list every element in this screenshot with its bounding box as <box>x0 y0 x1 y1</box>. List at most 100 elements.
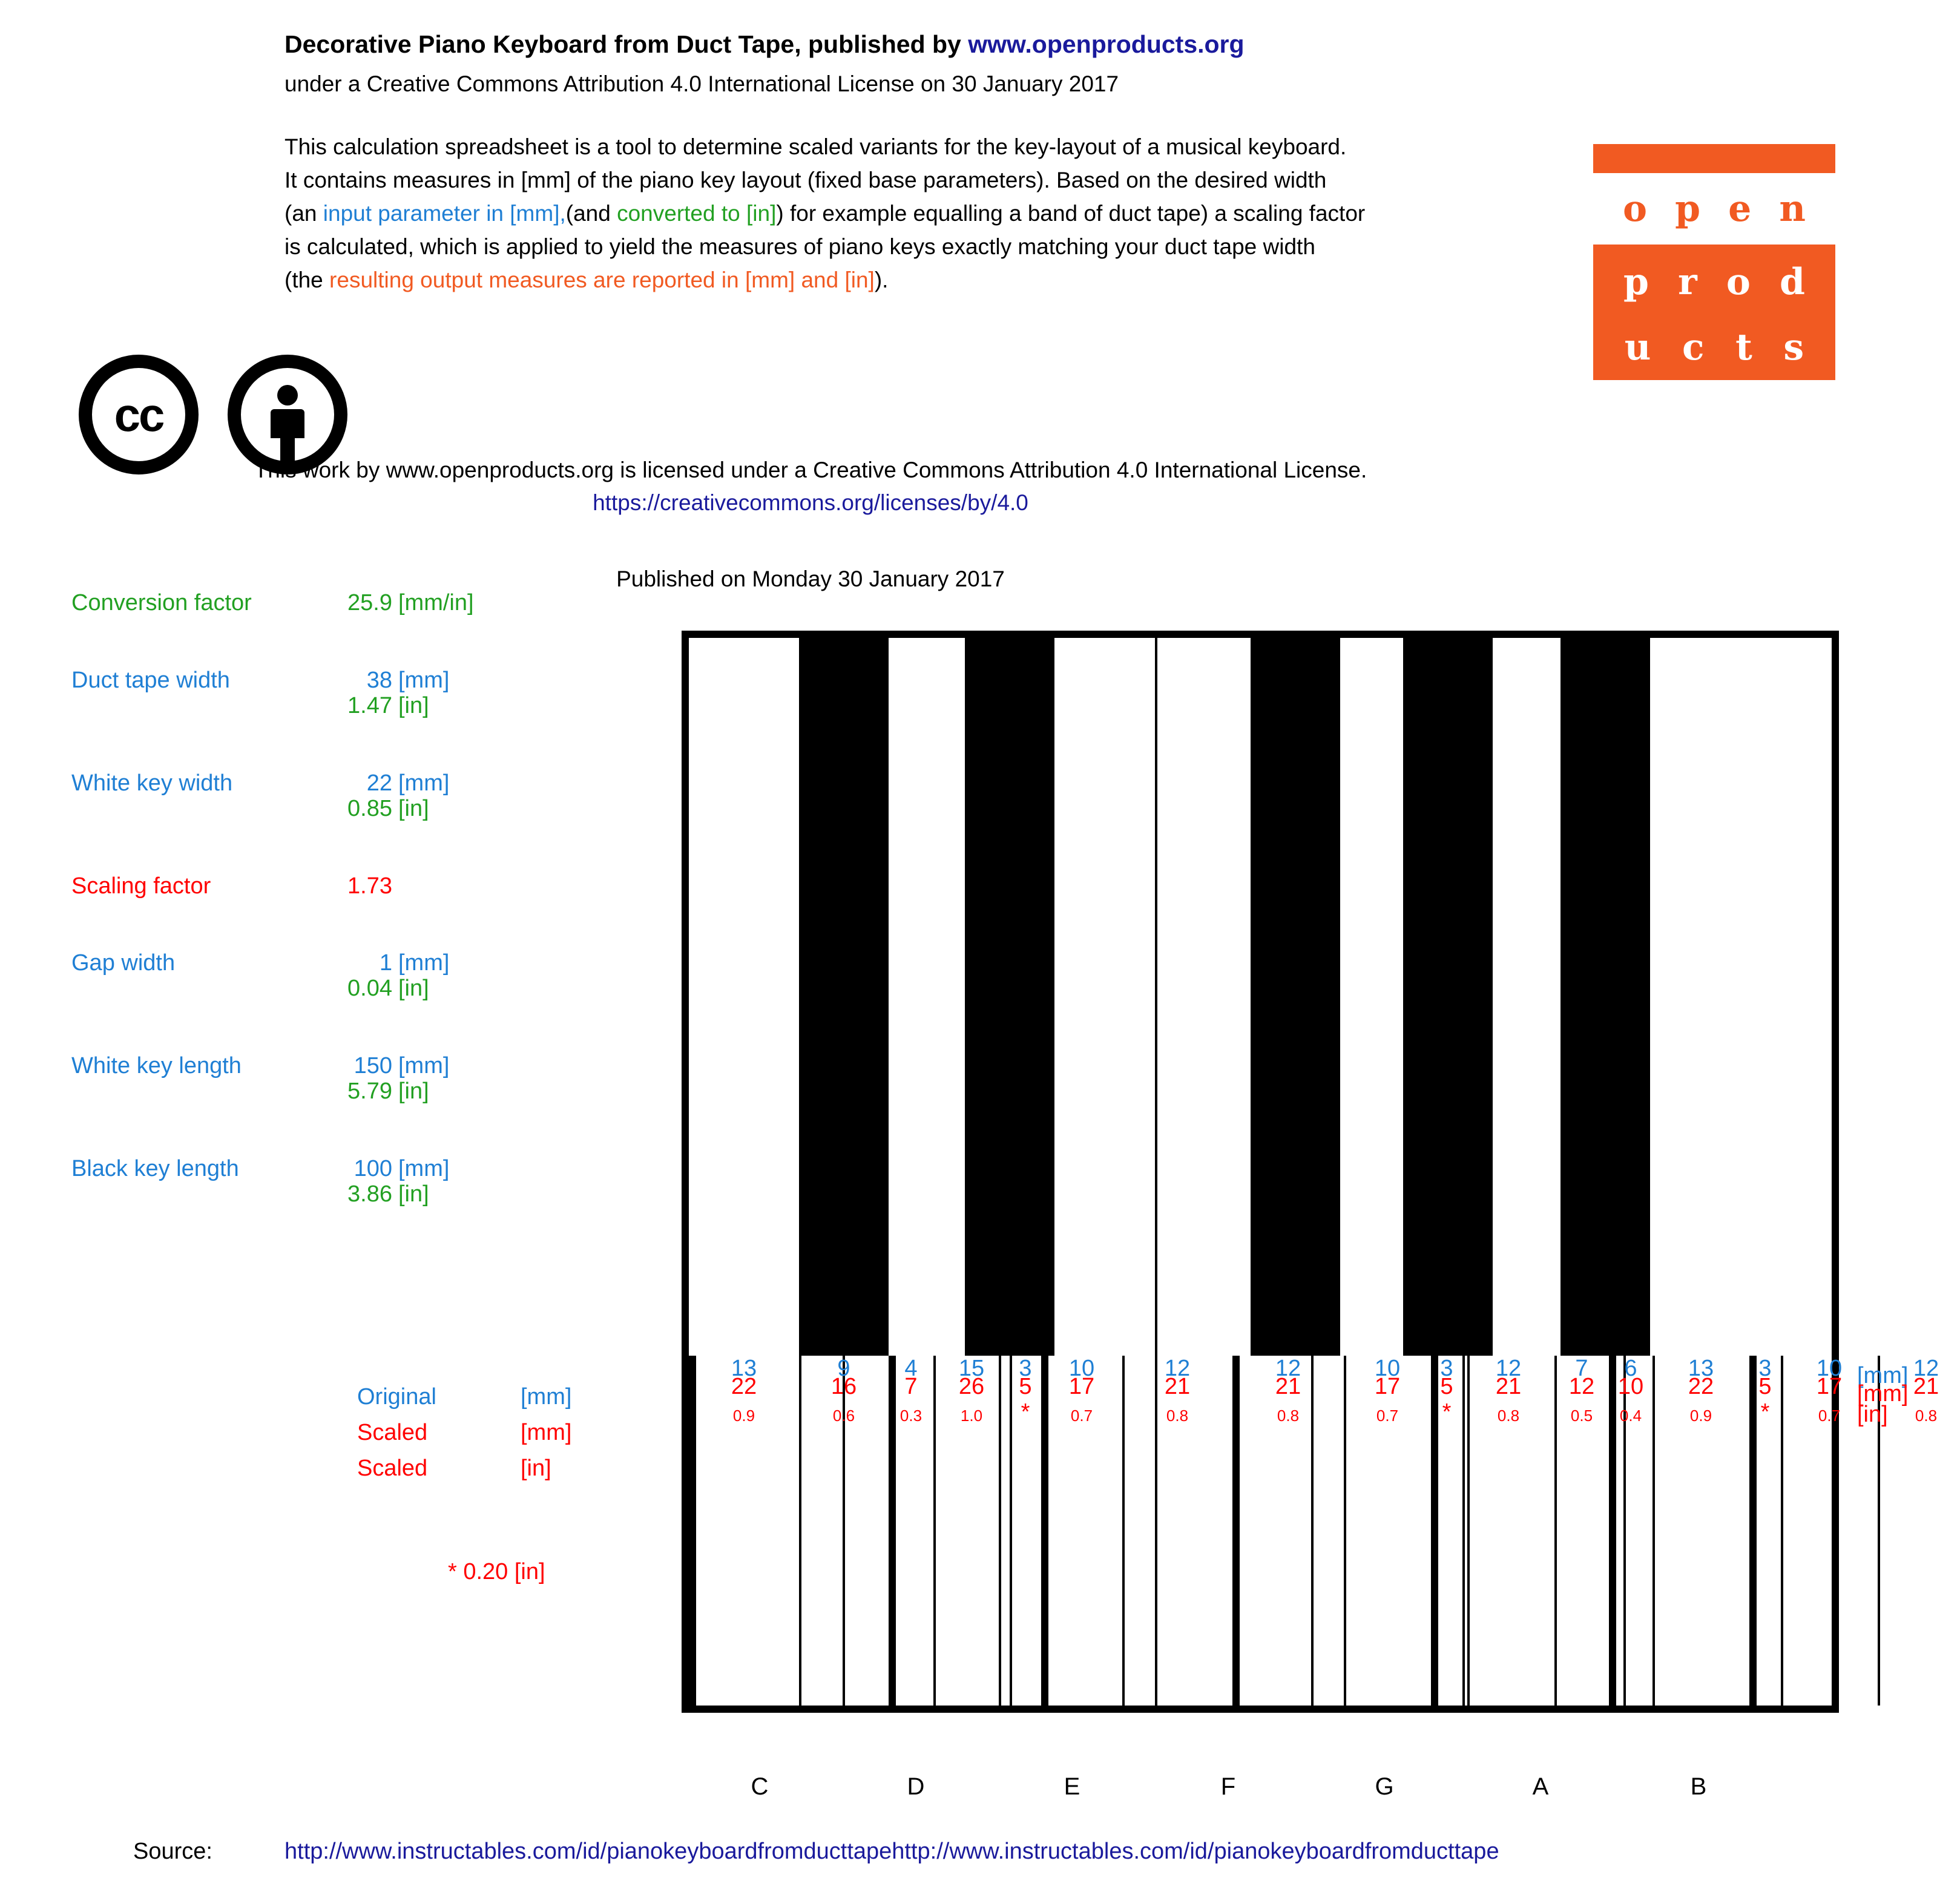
scaled-mm-value: 16 <box>830 1374 857 1399</box>
scaled-mm-value: 12 <box>1568 1374 1595 1399</box>
cc-logo-icon: cc <box>79 355 199 474</box>
parameter-value: 25.9 <box>347 590 392 616</box>
black-key[interactable] <box>1251 638 1340 1356</box>
measure-label-row: Scaled [in] <box>357 1456 648 1491</box>
person-body-icon <box>271 409 304 438</box>
measure-column: 7 12 0.5 <box>1554 1356 1609 1706</box>
logo-row-prod: p r o d <box>1593 249 1835 315</box>
logo-row-ucts: u c t s <box>1593 315 1835 380</box>
note-label-A: A <box>1532 1773 1549 1800</box>
parameter-row: Scaling factor 1.73 <box>71 873 531 908</box>
page-title-text: Decorative Piano Keyboard from Duct Tape… <box>284 30 968 58</box>
intro-l5-a: (the <box>284 268 330 292</box>
parameter-row: 3.86 [in] <box>71 1181 531 1216</box>
measure-column: 3 5 * <box>1431 1356 1462 1706</box>
black-key[interactable] <box>1403 638 1493 1356</box>
measure-column: 12 21 0.8 <box>1122 1356 1232 1706</box>
measure-column: 12 21 0.8 <box>1462 1356 1554 1706</box>
intro-line-1: This calculation spreadsheet is a tool t… <box>284 134 1347 159</box>
page-subtitle: under a Creative Commons Attribution 4.0… <box>284 71 1119 96</box>
black-key[interactable] <box>1560 638 1650 1356</box>
parameter-row: Conversion factor 25.9 [mm/in] <box>71 590 531 625</box>
parameter-label: Conversion factor <box>71 590 252 616</box>
page-title: Decorative Piano Keyboard from Duct Tape… <box>284 30 1245 59</box>
measure-column: 13 22 0.9 <box>689 1356 799 1706</box>
logo-char: t <box>1735 326 1752 369</box>
cc-by-person-icon <box>228 355 347 474</box>
parameter-value: 3.86 <box>347 1181 392 1207</box>
logo-char: e <box>1728 188 1752 230</box>
scaled-in-value: 0.3 <box>899 1407 922 1425</box>
cc-logo-text: cc <box>114 388 165 441</box>
source-url-link[interactable]: http://www.instructables.com/id/pianokey… <box>284 1839 1499 1865</box>
parameter-label: Black key length <box>71 1156 239 1181</box>
measure-column: 9 16 0.6 <box>799 1356 889 1706</box>
parameter-value: 1 <box>379 950 392 976</box>
black-key[interactable] <box>799 638 889 1356</box>
person-head-icon <box>277 385 298 405</box>
openproducts-link[interactable]: www.openproducts.org <box>968 30 1244 58</box>
measure-label-row: Scaled [mm] <box>357 1420 648 1456</box>
intro-l5-c: ). <box>874 268 889 292</box>
scaled-mm-value: 21 <box>1275 1374 1301 1399</box>
scaled-mm-value: 5 <box>1440 1374 1453 1399</box>
parameter-value: 0.85 <box>347 796 392 821</box>
logo-char: d <box>1779 261 1805 303</box>
measure-label-unit: [mm] <box>521 1384 572 1410</box>
parameter-value: 100 <box>354 1156 392 1181</box>
piano-keyboard: 13 22 0.9 9 16 0.6 4 7 0.3 15 26 1.0 3 5 * 10 17 0.7 12 21 0… <box>682 631 1939 1713</box>
intro-line-2: It contains measures in [mm] of the pian… <box>284 168 1327 192</box>
parameter-label: White key width <box>71 770 233 796</box>
logo-top-bar <box>1593 144 1835 173</box>
note-label-F: F <box>1220 1773 1236 1800</box>
logo-char: u <box>1624 326 1651 369</box>
license-url-link[interactable]: https://creativecommons.org/licenses/by/… <box>0 490 1960 516</box>
scaled-in-value: 0.9 <box>732 1407 755 1425</box>
scaled-mm-value: 22 <box>1688 1374 1714 1399</box>
scaled-in-value: 0.6 <box>832 1407 855 1425</box>
measure-column: 3 5 * <box>1749 1356 1781 1706</box>
measure-label-row: Original [mm] <box>357 1384 648 1420</box>
measure-column: 6 10 0.4 <box>1609 1356 1653 1706</box>
parameter-label: Scaling factor <box>71 873 211 899</box>
black-key[interactable] <box>965 638 1054 1356</box>
scaled-in-value: 0.8 <box>1166 1407 1189 1425</box>
logo-char: s <box>1783 326 1804 369</box>
measure-column: 12 21 0.8 <box>1878 1356 1960 1706</box>
scaled-mm-value: 7 <box>904 1374 918 1399</box>
parameter-unit: [mm] <box>398 1053 450 1079</box>
intro-line-4: is calculated, which is applied to yield… <box>284 234 1315 259</box>
measure-column: 4 7 0.3 <box>889 1356 933 1706</box>
intro-converted: converted to [in] <box>617 201 777 226</box>
parameter-label: Gap width <box>71 950 176 976</box>
measure-label-unit: [mm] <box>521 1420 572 1445</box>
scaled-in-value: 0.8 <box>1277 1407 1300 1425</box>
parameter-value: 1.47 <box>347 693 392 718</box>
parameter-label: White key length <box>71 1053 242 1079</box>
scaled-mm-value: 22 <box>731 1374 757 1399</box>
keyboard-inner: 13 22 0.9 9 16 0.6 4 7 0.3 15 26 1.0 3 5 * 10 17 0.7 12 21 0… <box>689 638 1939 1706</box>
scaled-mm-value: 17 <box>1068 1374 1095 1399</box>
parameter-value: 38 <box>366 668 392 693</box>
parameter-value: 1.73 <box>347 873 392 899</box>
measure-column: 12 21 0.8 <box>1232 1356 1344 1706</box>
logo-char: p <box>1675 188 1701 230</box>
scaled-mm-value: 5 <box>1019 1374 1032 1399</box>
parameter-unit: [in] <box>398 976 429 1001</box>
scaled-in-value: * <box>1760 1399 1770 1425</box>
source-label: Source: <box>133 1839 212 1864</box>
creative-commons-badges: cc <box>79 355 347 474</box>
parameter-row: 5.79 [in] <box>71 1079 531 1114</box>
measure-column: 13 22 0.9 <box>1653 1356 1749 1706</box>
parameter-unit: [in] <box>398 693 429 718</box>
measure-column: 15 26 1.0 <box>933 1356 1010 1706</box>
scaled-in-value: 0.5 <box>1570 1407 1593 1425</box>
footnote-asterisk-value: * 0.20 [in] <box>448 1559 545 1584</box>
scaled-mm-value: 21 <box>1164 1374 1191 1399</box>
intro-l3-c: (and <box>565 201 617 226</box>
logo-row-open: o p e n <box>1593 173 1835 245</box>
parameter-value: 0.04 <box>347 976 392 1001</box>
parameter-unit: [mm] <box>398 668 450 693</box>
scaled-in-value: 0.7 <box>1070 1407 1093 1425</box>
parameter-row: 0.85 [in] <box>71 796 531 831</box>
